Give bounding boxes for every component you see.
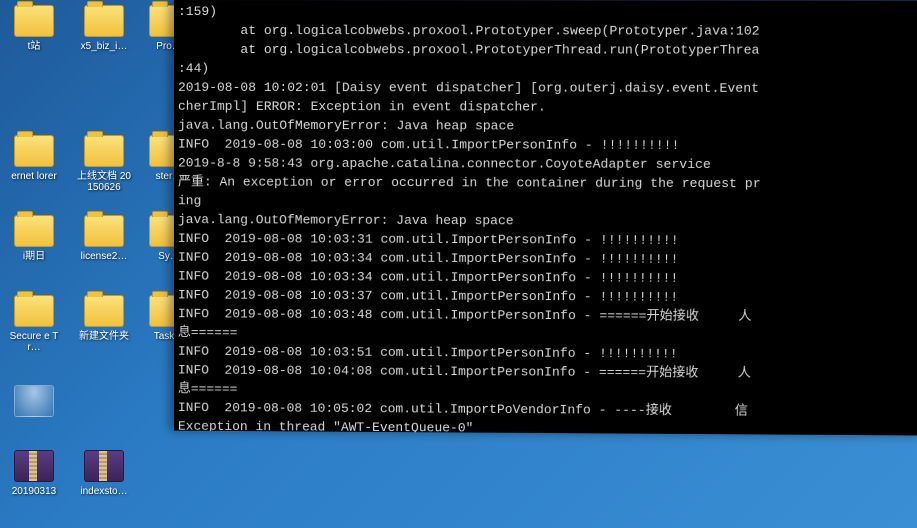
- console-line: 2019-08-08 10:02:01 [Daisy event dispatc…: [178, 78, 917, 98]
- desktop-icon-0[interactable]: t站: [5, 5, 63, 52]
- folder-icon: [14, 135, 54, 167]
- recycle-bin-icon: [14, 385, 54, 417]
- desktop-icon-12[interactable]: [5, 385, 63, 421]
- console-line: at org.logicalcobwebs.proxool.Prototyper…: [178, 40, 917, 60]
- console-line: :44): [178, 59, 917, 79]
- console-line: ing: [178, 191, 917, 212]
- command-prompt-window[interactable]: :159) at org.logicalcobwebs.proxool.Prot…: [174, 0, 917, 436]
- desktop-icon-label: 20190313: [5, 486, 63, 497]
- desktop-icon-label: ernet lorer: [5, 171, 63, 182]
- folder-icon: [14, 295, 54, 327]
- console-line: 2019-8-8 9:58:43 org.apache.catalina.con…: [178, 154, 917, 175]
- console-line: INFO 2019-08-08 10:03:48 com.util.Import…: [178, 304, 917, 327]
- windows-desktop: t站x5_biz_i…Pro…ernet lorer上线文档 20150626s…: [0, 0, 917, 528]
- desktop-icon-7[interactable]: license2…: [75, 215, 133, 262]
- console-line: cherImpl] ERROR: Exception in event disp…: [178, 97, 917, 118]
- desktop-icon-4[interactable]: 上线文档 20150626: [75, 135, 133, 193]
- rar-archive-icon: [14, 450, 54, 482]
- console-line: 严重: An exception or error occurred in th…: [178, 172, 917, 193]
- desktop-icon-label: Secure e Tr…: [5, 331, 63, 353]
- desktop-icon-3[interactable]: ernet lorer: [5, 135, 63, 182]
- desktop-icon-13[interactable]: 20190313: [5, 450, 63, 497]
- desktop-icon-label: license2…: [75, 251, 133, 262]
- console-line: java.lang.OutOfMemoryError: Java heap sp…: [178, 116, 917, 137]
- folder-icon: [84, 215, 124, 247]
- folder-icon: [84, 295, 124, 327]
- rar-archive-icon: [84, 450, 124, 482]
- folder-icon: [14, 5, 54, 37]
- desktop-icon-label: 新建文件夹: [75, 331, 133, 342]
- folder-icon: [84, 135, 124, 167]
- desktop-icon-1[interactable]: x5_biz_i…: [75, 5, 133, 52]
- desktop-icon-label: indexsto…: [75, 486, 133, 497]
- desktop-icon-9[interactable]: Secure e Tr…: [5, 295, 63, 353]
- folder-icon: [84, 5, 124, 37]
- folder-icon: [14, 215, 54, 247]
- console-line: INFO 2019-08-08 10:03:00 com.util.Import…: [178, 135, 917, 156]
- desktop-icon-label: x5_biz_i…: [75, 41, 133, 52]
- console-line: :159): [178, 2, 917, 22]
- desktop-icon-14[interactable]: indexsto…: [75, 450, 133, 497]
- console-line: at org.logicalcobwebs.proxool.Prototyper…: [178, 21, 917, 41]
- desktop-icon-6[interactable]: i期日: [5, 215, 63, 262]
- desktop-icon-label: i期日: [5, 251, 63, 262]
- desktop-icon-label: t站: [5, 41, 63, 52]
- desktop-icon-10[interactable]: 新建文件夹: [75, 295, 133, 342]
- desktop-icon-label: 上线文档 20150626: [75, 171, 133, 193]
